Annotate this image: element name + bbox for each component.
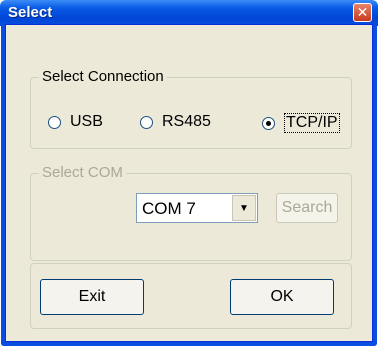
exit-button-label: Exit [78, 288, 106, 305]
exit-button[interactable]: Exit [40, 279, 144, 315]
radio-tcpip-label: TCP/IP [284, 113, 340, 133]
search-button-label: Search [281, 199, 333, 216]
com-select[interactable]: COM 7 ▼ [136, 193, 258, 223]
com-group-legend: Select COM [39, 164, 126, 181]
connection-group-legend: Select Connection [39, 68, 167, 85]
radio-tcpip-indicator[interactable] [262, 116, 275, 130]
radio-rs485[interactable]: RS485 [140, 113, 211, 131]
ok-button-label: OK [270, 288, 294, 305]
com-select-value: COM 7 [142, 199, 196, 218]
radio-usb-label: USB [70, 113, 103, 130]
search-button[interactable]: Search [276, 193, 338, 223]
chevron-down-icon: ▼ [239, 202, 249, 214]
radio-tcpip[interactable]: TCP/IP [262, 113, 340, 133]
radio-rs485-label: RS485 [162, 113, 211, 130]
dialog-body: Select Connection USB RS485 TCP/IP Selec… [5, 24, 373, 342]
title-bar[interactable]: Select ✕ [0, 0, 378, 26]
radio-rs485-indicator[interactable] [140, 115, 153, 129]
com-select-dropdown-button[interactable]: ▼ [232, 195, 256, 221]
ok-button[interactable]: OK [230, 279, 334, 315]
radio-usb[interactable]: USB [48, 113, 103, 131]
radio-usb-indicator[interactable] [48, 115, 61, 129]
close-icon: ✕ [356, 4, 369, 20]
window-title: Select [8, 4, 53, 21]
close-button[interactable]: ✕ [353, 3, 372, 22]
